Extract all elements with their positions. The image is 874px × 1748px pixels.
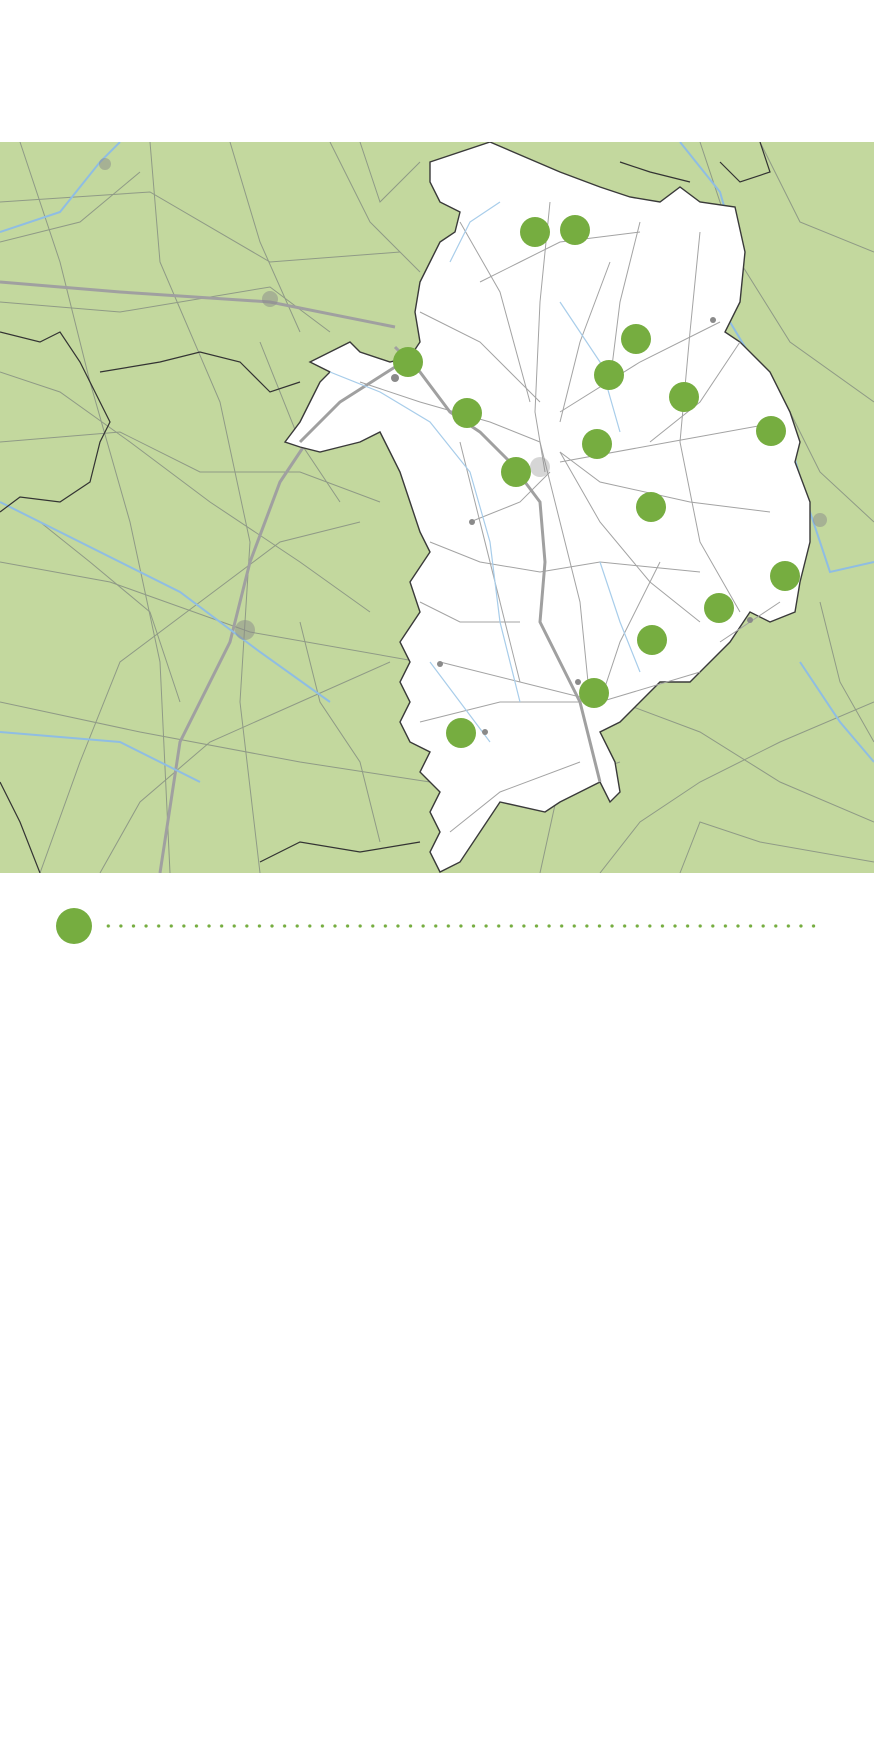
legend-dotted-leader [102,924,816,928]
site-marker[interactable] [770,561,800,591]
town-dot [747,617,753,623]
site-marker[interactable] [501,457,531,487]
site-marker[interactable] [756,416,786,446]
site-marker[interactable] [704,593,734,623]
legend-marker-icon [56,908,92,944]
town-dot [482,729,488,735]
department-map[interactable] [0,142,874,873]
town-dot [469,519,475,525]
town-dot [437,661,443,667]
town-north-west [262,291,278,307]
town-main [530,457,550,477]
site-marker[interactable] [393,347,423,377]
site-marker[interactable] [637,625,667,655]
town-east [813,513,827,527]
town-west [235,620,255,640]
town-far-north [99,158,111,170]
site-marker[interactable] [446,718,476,748]
map-canvas [0,142,874,873]
site-marker[interactable] [452,398,482,428]
map-legend [56,906,816,946]
town-dot [391,374,399,382]
site-marker[interactable] [621,324,651,354]
site-marker[interactable] [582,429,612,459]
site-marker[interactable] [594,360,624,390]
site-marker[interactable] [636,492,666,522]
site-marker[interactable] [669,382,699,412]
site-marker[interactable] [560,215,590,245]
site-marker[interactable] [579,678,609,708]
site-marker[interactable] [520,217,550,247]
town-dot [710,317,716,323]
town-dot [575,679,581,685]
